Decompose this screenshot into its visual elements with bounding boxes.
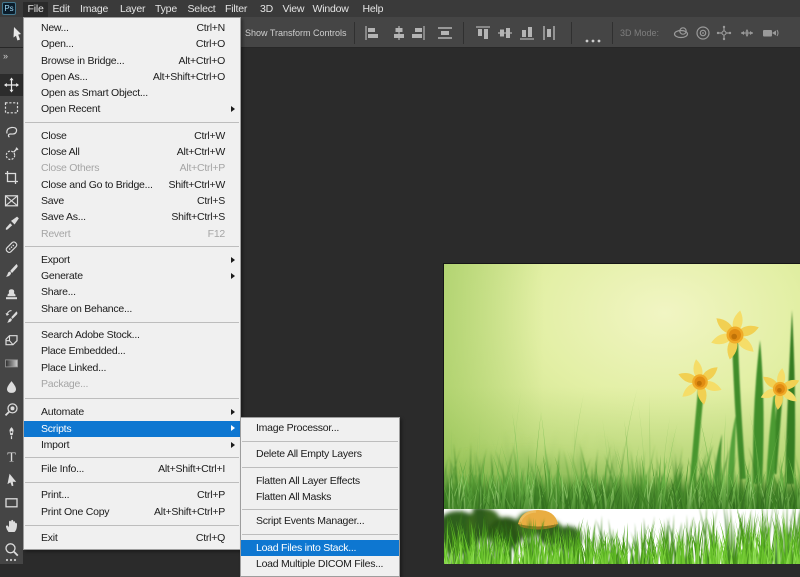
svg-text:»: »	[3, 51, 8, 61]
svg-text:T: T	[7, 450, 16, 465]
